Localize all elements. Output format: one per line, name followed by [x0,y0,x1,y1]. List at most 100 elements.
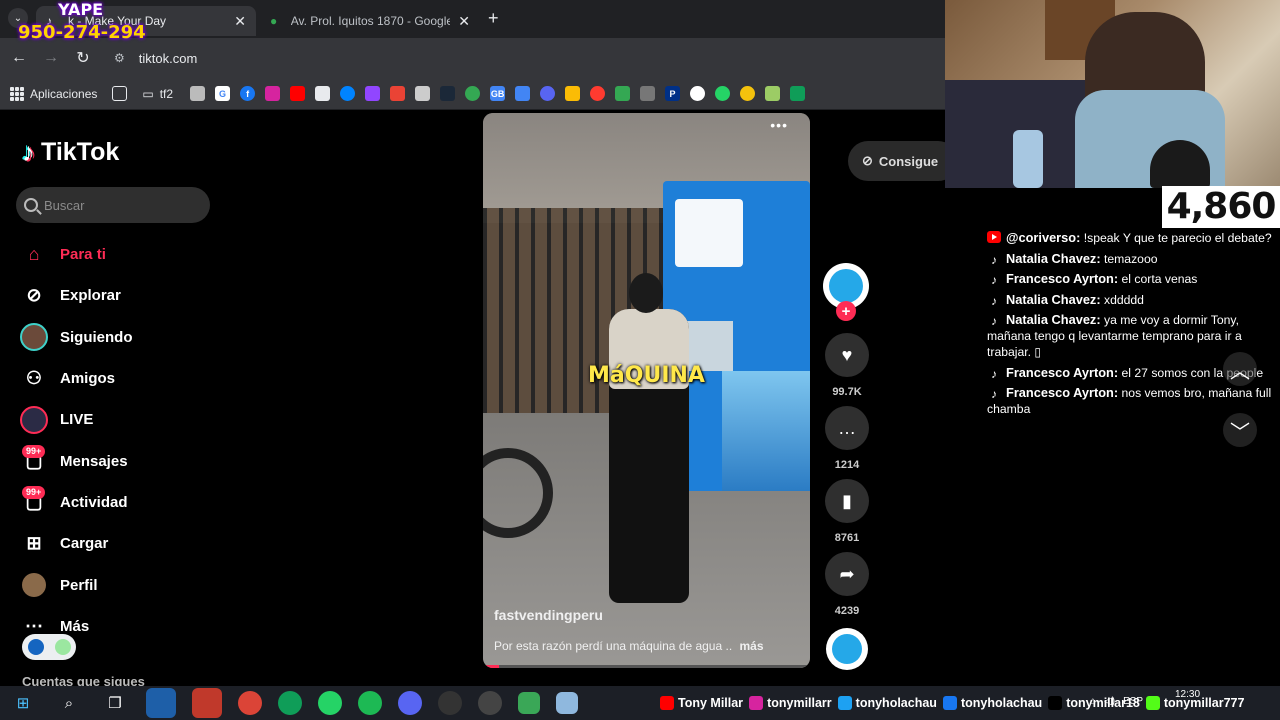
maps-bookmark-icon[interactable] [465,86,481,101]
translate-bookmark-icon[interactable] [515,86,531,101]
search-input[interactable]: Buscar [16,187,210,223]
drive-bookmark-icon[interactable] [615,86,631,101]
folder-app-icon[interactable] [518,692,540,714]
chrome-icon[interactable] [238,691,262,715]
music-disc-avatar[interactable] [826,628,868,670]
yape-label: YAPE [58,0,104,19]
tab-google-maps[interactable]: ● Av. Prol. Iquitos 1870 - Google M ✕ [260,6,480,36]
power-icon[interactable] [54,639,71,655]
paypal-bookmark-icon[interactable]: P [665,86,681,101]
url-field[interactable]: ⚙ tiktok.com [114,51,197,66]
pinwheel-bookmark-icon[interactable] [565,86,581,101]
forward-arrow-icon[interactable]: → [38,49,64,67]
gmail-bookmark-icon[interactable] [390,86,406,101]
taskbar-clock[interactable]: 12:30 [1175,688,1200,702]
apps-grid-icon [10,86,24,101]
windows-start-icon[interactable]: ⊞ [8,688,38,718]
steam-bookmark-icon[interactable] [440,86,456,101]
roblox-bookmark-icon[interactable] [190,86,206,101]
heart-icon[interactable]: ♥ [825,333,869,377]
new-tab-button[interactable]: + [488,8,499,29]
chrome-alt-icon[interactable] [278,691,302,715]
gb-bookmark-icon[interactable]: GB [490,86,506,101]
video-player[interactable]: MáQUINA ••• fastvendingperu Por esta raz… [483,113,810,668]
video-more-link[interactable]: más [740,639,764,653]
discord-bookmark-icon[interactable] [540,86,556,101]
messenger-bookmark-icon[interactable] [340,86,356,101]
bookmark-folder-tf2[interactable]: ▭ tf2 [142,87,173,101]
video-more-options-icon[interactable]: ••• [770,117,788,133]
comment-count: 1214 [834,459,860,471]
site-info-icon[interactable]: ⚙ [114,51,125,65]
search-icon[interactable]: ⌕ [54,688,84,718]
store-bookmark-icon[interactable] [315,86,331,101]
game-icon[interactable] [478,691,502,715]
chat-message: ♪ Natalia Chavez: xddddd [987,292,1275,308]
sidebar-item-siguiendo[interactable]: Siguiendo [18,317,133,358]
video-caption-overlay: MáQUINA [588,363,705,388]
chat-message: ♪ Natalia Chavez: temazooo [987,251,1275,267]
screen: ⌄ ♪ k - Make Your Day ✕ ● Av. Prol. Iqui… [0,0,1280,720]
tab-close-icon[interactable]: ✕ [234,13,246,30]
music-bookmark-icon[interactable] [590,86,606,101]
yape-phone: 950-274-294 [18,22,146,43]
roblox2-bookmark-icon[interactable] [415,86,431,101]
spotify-icon[interactable] [358,691,382,715]
google-bookmark-icon[interactable]: G [215,86,231,101]
twitch-bookmark-icon[interactable] [365,86,381,101]
follow-plus-icon[interactable]: + [836,301,856,321]
whatsapp-bookmark-icon[interactable] [715,86,731,101]
chat-username: Natalia Chavez: [1006,312,1101,327]
green-bookmark-icon[interactable] [790,86,806,101]
chevron-up-icon[interactable]: ︿ [1223,352,1257,386]
network-icon[interactable]: ⌂ [1090,696,1096,707]
instagram-bookmark-icon[interactable] [265,86,281,101]
tab-title: Av. Prol. Iquitos 1870 - Google M [290,14,451,28]
get-app-button[interactable]: ⊘ Consigue [848,141,945,181]
back-arrow-icon[interactable]: ← [6,49,32,67]
sidebar-item-perfil[interactable]: Perfil [18,564,133,605]
image-bookmark-icon[interactable] [765,86,781,101]
share-action[interactable]: ➦ 4239 [823,552,871,617]
tab-close-icon[interactable]: ✕ [458,13,470,30]
sidebar-item-mensajes[interactable]: ▢ 99+ Mensajes [18,440,133,481]
chat-username: Natalia Chavez: [1006,250,1101,266]
instagram-icon [749,696,764,710]
bookmark-icon[interactable]: ▮ [825,479,869,523]
bookmark-apps[interactable]: Aplicaciones [10,86,97,101]
like-action[interactable]: ♥ 99.7K [823,333,871,398]
sidebar-item-explorar[interactable]: ⊘ Explorar [18,275,133,316]
sidebar-item-live[interactable]: LIVE [18,399,133,440]
reload-icon[interactable]: ↻ [70,48,96,68]
notes-app-icon[interactable] [556,692,578,714]
app-grid-icon[interactable] [146,688,176,718]
sidebar-item-actividad[interactable]: ▢ 99+ Actividad [18,482,133,523]
task-view-icon[interactable]: ❐ [100,688,130,718]
share-icon[interactable]: ➦ [825,552,869,596]
tiktok-logo[interactable]: ♪ TikTok [22,137,119,168]
save-action[interactable]: ▮ 8761 [823,479,871,544]
extension-widget[interactable] [22,634,76,660]
game-bookmark-icon[interactable] [640,86,656,101]
facebook-bookmark-icon[interactable]: f [240,86,256,101]
youtube-bookmark-icon[interactable] [290,86,306,101]
voice-app-icon[interactable] [192,688,222,718]
social-facebook: tonyholachau [942,696,1042,710]
tiktok-icon: ♪ [991,366,997,381]
video-progress-bar[interactable] [483,665,810,668]
tab-groups-icon[interactable] [112,86,128,101]
whatsapp-icon[interactable] [318,691,342,715]
discord-icon[interactable] [398,691,422,715]
comment-icon[interactable]: … [825,406,869,450]
obs-icon[interactable] [438,691,462,715]
sidebar-item-para-ti[interactable]: ⌂ Para ti [18,234,133,275]
sidebar-item-cargar[interactable]: ⊞ Cargar [18,523,133,564]
language-indicator[interactable]: ESP [1123,696,1143,707]
comment-action[interactable]: … 1214 [823,406,871,471]
chevron-down-icon[interactable]: ﹀ [1223,413,1257,447]
sidebar-item-amigos[interactable]: ⚇ Amigos [18,358,133,399]
obs-bookmark-icon[interactable] [690,86,706,101]
video-author[interactable]: fastvendingperu [494,607,603,623]
yellow-bookmark-icon[interactable] [740,86,756,101]
volume-icon[interactable]: ◁) [1104,696,1115,707]
